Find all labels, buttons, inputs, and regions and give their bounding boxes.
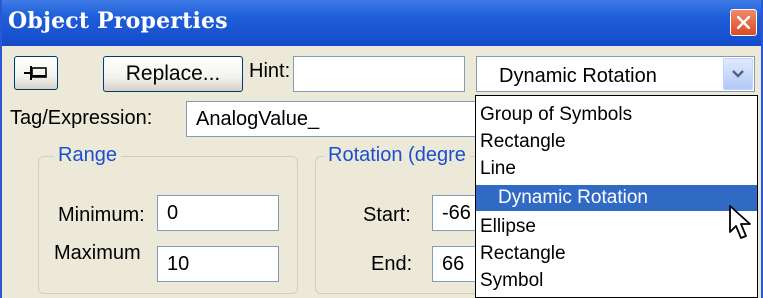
title-bar[interactable]: Object Properties bbox=[2, 0, 761, 46]
dropdown-item-label: Symbol bbox=[480, 270, 544, 291]
object-type-dropdown-list: Group of Symbols Rectangle Line Dynamic … bbox=[475, 95, 758, 298]
pin-button[interactable] bbox=[14, 56, 58, 90]
maximum-label: Maximum bbox=[54, 242, 141, 264]
hint-input[interactable] bbox=[293, 56, 465, 92]
end-label: End: bbox=[371, 253, 413, 275]
tag-expression-input[interactable]: AnalogValue_ bbox=[186, 101, 486, 137]
dropdown-item-label: Dynamic Rotation bbox=[498, 187, 648, 208]
hint-label: Hint: bbox=[249, 60, 291, 82]
dropdown-item-symbol[interactable]: Symbol bbox=[476, 268, 757, 294]
dropdown-item-dynamic-rotation[interactable]: Dynamic Rotation bbox=[476, 185, 757, 211]
dropdown-item-ellipse[interactable]: Ellipse bbox=[476, 214, 757, 240]
close-button[interactable] bbox=[730, 9, 757, 36]
object-type-combo[interactable]: Dynamic Rotation bbox=[476, 56, 755, 92]
object-type-value: Dynamic Rotation bbox=[499, 65, 657, 87]
replace-button-label: Replace... bbox=[125, 62, 221, 85]
replace-button[interactable]: Replace... bbox=[103, 56, 243, 92]
dropdown-item-label: Line bbox=[480, 158, 516, 179]
window-title: Object Properties bbox=[8, 8, 228, 34]
dropdown-item-group-of-symbols[interactable]: Group of Symbols bbox=[476, 102, 757, 128]
maximum-input[interactable]: 10 bbox=[157, 246, 279, 282]
dropdown-item-rectangle[interactable]: Rectangle bbox=[476, 129, 757, 155]
dropdown-item-label: Ellipse bbox=[480, 216, 536, 237]
dropdown-item-rectangle[interactable]: Rectangle bbox=[476, 241, 757, 267]
minimum-label: Minimum: bbox=[58, 204, 145, 226]
mouse-pointer-icon bbox=[729, 205, 753, 245]
rotation-group-caption: Rotation (degre bbox=[324, 144, 470, 167]
dropdown-item-line[interactable]: Line bbox=[476, 156, 757, 182]
object-properties-dialog: Object Properties Replace... Hint: Dynam… bbox=[0, 0, 763, 298]
combo-dropdown-button[interactable] bbox=[723, 58, 753, 90]
tag-expression-label: Tag/Expression: bbox=[10, 107, 153, 129]
dropdown-item-label: Rectangle bbox=[480, 243, 566, 264]
start-label: Start: bbox=[363, 204, 411, 226]
dropdown-item-label: Rectangle bbox=[480, 131, 566, 152]
minimum-input[interactable]: 0 bbox=[157, 195, 279, 231]
range-group-caption: Range bbox=[54, 144, 121, 167]
dropdown-item-label: Group of Symbols bbox=[480, 104, 633, 125]
